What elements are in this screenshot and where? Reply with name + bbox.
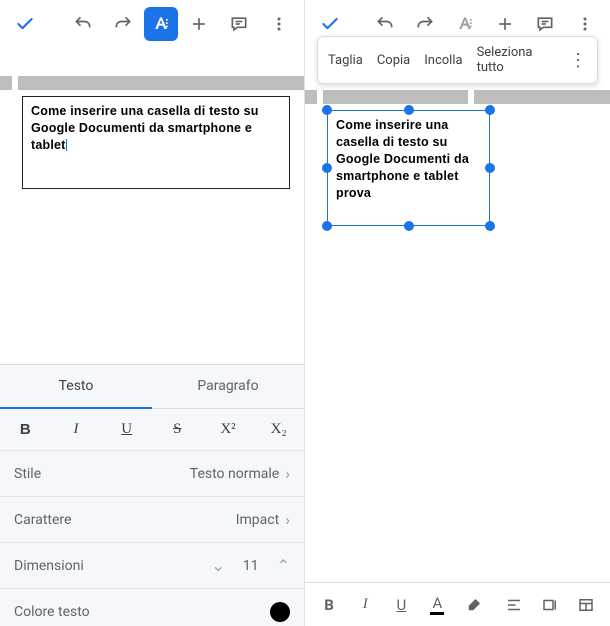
context-menu: Taglia Copia Incolla Seleziona tutto ⋮ (317, 36, 598, 84)
toolbar-left (0, 0, 304, 48)
bold-button[interactable]: B (313, 587, 345, 623)
select-all-button[interactable]: Seleziona tutto (477, 45, 555, 75)
underline-button[interactable]: U (101, 409, 152, 450)
insert-button[interactable] (534, 587, 566, 623)
highlight-button[interactable] (458, 587, 490, 623)
more-button[interactable] (260, 5, 298, 43)
color-swatch (270, 602, 290, 622)
cut-button[interactable]: Taglia (328, 53, 363, 68)
chevron-down-icon[interactable]: ⌄ (211, 556, 224, 575)
comment-button[interactable] (220, 5, 258, 43)
chevron-up-icon[interactable]: ⌃ (277, 556, 290, 575)
resize-handle[interactable] (485, 105, 495, 115)
align-button[interactable] (498, 587, 530, 623)
layout-button[interactable] (570, 587, 602, 623)
bottom-toolbar: B I U A (305, 582, 610, 626)
style-label: Stile (14, 466, 41, 482)
done-button[interactable] (6, 5, 44, 43)
text-format-button[interactable] (144, 7, 178, 41)
text-color-button[interactable]: A (421, 587, 453, 623)
textbox-text: Come inserire una casella di testo su Go… (336, 118, 469, 200)
text-color-label: Colore testo (14, 604, 90, 620)
chevron-right-icon: › (285, 464, 290, 483)
resize-handle[interactable] (404, 221, 414, 231)
style-value: Testo normale (190, 466, 279, 482)
text-box-right[interactable]: Come inserire una casella di testo su Go… (327, 110, 490, 226)
ruler-left (0, 48, 304, 90)
redo-button[interactable] (104, 5, 142, 43)
add-button[interactable] (180, 5, 218, 43)
pane-left: Come inserire una casella di testo su Go… (0, 0, 305, 626)
resize-handle[interactable] (404, 105, 414, 115)
pane-right: Taglia Copia Incolla Seleziona tutto ⋮ C… (305, 0, 610, 626)
italic-button[interactable]: I (51, 409, 102, 450)
bold-button[interactable]: B (0, 409, 51, 450)
size-value: 11 (243, 558, 259, 574)
subscript-button[interactable]: X₂ (253, 409, 304, 450)
size-label: Dimensioni (14, 558, 84, 574)
ruler-right (305, 90, 610, 104)
italic-button[interactable]: I (349, 587, 381, 623)
resize-handle[interactable] (322, 221, 332, 231)
text-cursor (66, 139, 67, 151)
copy-button[interactable]: Copia (377, 53, 410, 68)
undo-button[interactable] (64, 5, 102, 43)
text-color-row[interactable]: Colore testo (0, 589, 304, 626)
chevron-right-icon: › (285, 510, 290, 529)
text-box-selected-wrap[interactable]: Come inserire una casella di testo su Go… (327, 110, 490, 226)
tab-text[interactable]: Testo (0, 365, 152, 409)
resize-handle[interactable] (322, 105, 332, 115)
size-row[interactable]: Dimensioni ⌄ 11 ⌃ (0, 543, 304, 589)
superscript-button[interactable]: X² (203, 409, 254, 450)
format-buttons-row: B I U S X² X₂ (0, 409, 304, 451)
paste-button[interactable]: Incolla (424, 53, 462, 68)
context-more-button[interactable]: ⋮ (569, 50, 587, 71)
strike-button[interactable]: S (152, 409, 203, 450)
underline-button[interactable]: U (385, 587, 417, 623)
font-value: Impact (236, 512, 279, 528)
resize-handle[interactable] (485, 221, 495, 231)
text-box-left[interactable]: Come inserire una casella di testo su Go… (22, 96, 290, 189)
tab-paragraph[interactable]: Paragrafo (152, 365, 304, 409)
style-row[interactable]: Stile Testo normale › (0, 451, 304, 497)
panel-tabs: Testo Paragrafo (0, 365, 304, 409)
resize-handle[interactable] (485, 163, 495, 173)
font-row[interactable]: Carattere Impact › (0, 497, 304, 543)
font-label: Carattere (14, 512, 71, 528)
format-panel: Testo Paragrafo B I U S X² X₂ Stile Test… (0, 364, 304, 626)
